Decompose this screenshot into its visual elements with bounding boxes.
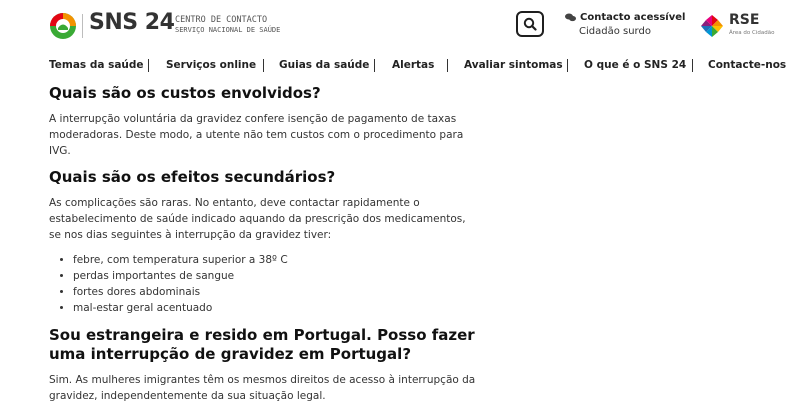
section-paragraph: As complicações são raras. No entanto, d…: [49, 197, 466, 241]
logo-divider: [82, 14, 83, 38]
list-item: febre, com temperatura superior a 38º C: [73, 252, 479, 268]
section-costs: Quais são os custos envolvidos? A interr…: [49, 84, 479, 159]
brand-subtitle-line2: SERVIÇO NACIONAL DE SAÚDE: [175, 26, 281, 34]
section-foreign-resident: Sou estrangeira e resido em Portugal. Po…: [49, 326, 479, 404]
sns24-logo-icon[interactable]: [49, 12, 77, 40]
symptom-list: febre, com temperatura superior a 38º C …: [49, 252, 479, 316]
brand-subtitle: CENTRO DE CONTACTO SERVIÇO NACIONAL DE S…: [175, 15, 280, 35]
nav-divider: [567, 59, 568, 72]
nav-item-guias-da-saude[interactable]: Guias da saúde: [279, 59, 369, 71]
rse-logo-icon[interactable]: [700, 14, 724, 38]
search-icon: [523, 17, 537, 31]
search-button[interactable]: [516, 11, 544, 37]
accessible-contact-subtitle: Cidadão surdo: [579, 26, 651, 37]
site-header: SNS 24 CENTRO DE CONTACTO SERVIÇO NACION…: [0, 0, 800, 52]
list-item: fortes dores abdominais: [73, 284, 479, 300]
accessible-contact-link[interactable]: Contacto acessível Cidadão surdo: [565, 12, 685, 37]
nav-item-avaliar-sintomas[interactable]: Avaliar sintomas: [464, 59, 563, 71]
nav-item-temas-da-saude[interactable]: Temas da saúde: [49, 59, 144, 71]
nav-divider: [447, 59, 448, 72]
nav-item-contacte-nos[interactable]: Contacte-nos: [708, 59, 786, 71]
main-nav: Temas da saúde Serviços online Guias da …: [0, 52, 800, 78]
nav-divider: [148, 59, 149, 72]
brand-name[interactable]: SNS 24: [89, 10, 175, 35]
section-heading: Quais são os efeitos secundários?: [49, 168, 336, 186]
chat-bubbles-icon: [565, 13, 576, 22]
brand-subtitle-line1: CENTRO DE CONTACTO: [175, 15, 268, 25]
nav-item-alertas[interactable]: Alertas: [392, 59, 434, 71]
rse-label[interactable]: RSE: [729, 12, 759, 28]
rse-subtitle: Área do Cidadão: [729, 30, 775, 36]
section-paragraph: Sim. As mulheres imigrantes têm os mesmo…: [49, 374, 476, 402]
nav-divider: [374, 59, 375, 72]
accessible-contact-title: Contacto acessível: [580, 12, 686, 23]
section-paragraph: A interrupção voluntária da gravidez con…: [49, 113, 464, 157]
list-item: mal-estar geral acentuado: [73, 300, 479, 316]
nav-item-servicos-online[interactable]: Serviços online: [166, 59, 256, 71]
section-heading: Sou estrangeira e resido em Portugal. Po…: [49, 326, 475, 363]
section-side-effects: Quais são os efeitos secundários? As com…: [49, 168, 479, 316]
nav-divider: [263, 59, 264, 72]
nav-divider: [692, 59, 693, 72]
section-heading: Quais são os custos envolvidos?: [49, 84, 321, 102]
nav-item-o-que-e-sns24[interactable]: O que é o SNS 24: [584, 59, 686, 71]
list-item: perdas importantes de sangue: [73, 268, 479, 284]
